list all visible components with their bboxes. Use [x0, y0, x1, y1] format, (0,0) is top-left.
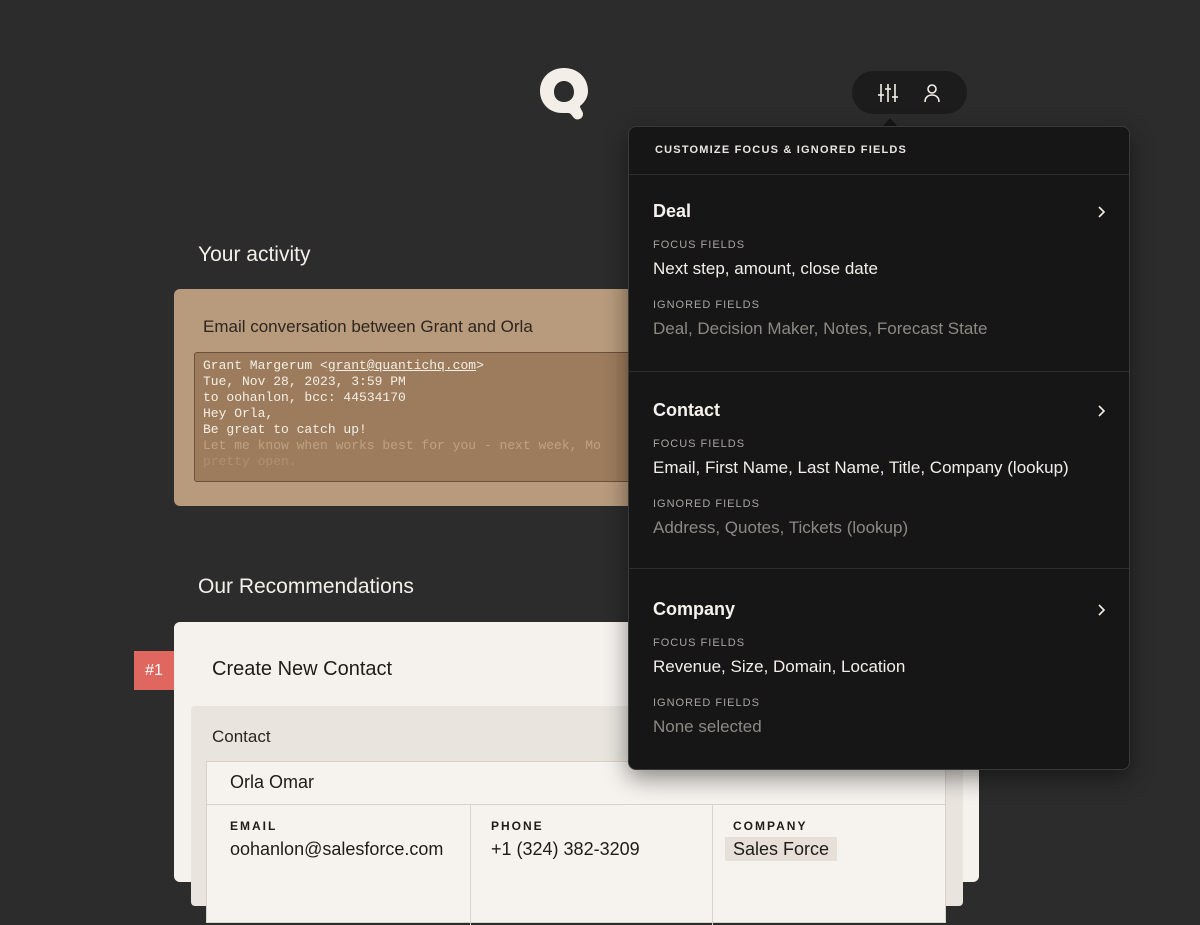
company-field[interactable]: COMPANY Sales Force	[713, 805, 945, 925]
customize-fields-button[interactable]	[875, 80, 901, 106]
account-button[interactable]	[919, 80, 945, 106]
email-recipients: to oohanlon, bcc: 44534170	[203, 390, 406, 405]
contact-panel-label: Contact	[212, 727, 271, 746]
ignored-fields-label: IGNORED FIELDS	[653, 498, 760, 510]
activity-card: Email conversation between Grant and Orl…	[174, 289, 654, 506]
ignored-fields-label: IGNORED FIELDS	[653, 697, 760, 709]
field-label: PHONE	[491, 819, 544, 833]
email-field[interactable]: EMAIL oohanlon@salesforce.com	[207, 805, 471, 925]
email-line: Be great to catch up!	[203, 422, 367, 437]
focus-fields-value: Next step, amount, close date	[653, 259, 878, 278]
ignored-fields-value: Address, Quotes, Tickets (lookup)	[653, 518, 909, 537]
email-date: Tue, Nov 28, 2023, 3:59 PM	[203, 374, 406, 389]
section-title: Deal	[653, 201, 692, 221]
contact-details: Orla Omar EMAIL oohanlon@salesforce.com …	[206, 761, 946, 925]
chevron-right-icon	[1098, 405, 1106, 417]
top-toolbar	[852, 71, 967, 114]
contact-section[interactable]: Contact FOCUS FIELDS Email, First Name, …	[629, 372, 1129, 568]
focus-fields-value: Revenue, Size, Domain, Location	[653, 657, 906, 676]
field-value: +1 (324) 382-3209	[491, 839, 640, 859]
ignored-fields-value: Deal, Decision Maker, Notes, Forecast St…	[653, 319, 988, 338]
company-section[interactable]: Company FOCUS FIELDS Revenue, Size, Doma…	[629, 569, 1129, 769]
email-line: pretty open.	[203, 454, 297, 469]
contact-name: Orla Omar	[230, 772, 315, 792]
focus-fields-value: Email, First Name, Last Name, Title, Com…	[653, 458, 1069, 477]
sliders-icon	[877, 83, 898, 102]
app-logo	[540, 68, 588, 120]
ignored-fields-value: None selected	[653, 717, 762, 736]
ignored-fields-label: IGNORED FIELDS	[653, 299, 760, 311]
phone-field[interactable]: PHONE +1 (324) 382-3209	[471, 805, 713, 925]
field-label: EMAIL	[230, 819, 278, 833]
activity-card-title: Email conversation between Grant and Orl…	[203, 317, 533, 336]
email-from: Grant Margerum <grant@quantichq.com>	[203, 358, 484, 373]
email-preview: Grant Margerum <grant@quantichq.com> Tue…	[194, 352, 654, 482]
user-icon	[923, 83, 940, 102]
section-title: Contact	[653, 400, 720, 420]
chevron-right-icon	[1098, 604, 1106, 616]
email-greeting: Hey Orla,	[203, 406, 274, 421]
section-title: Company	[653, 599, 736, 619]
chevron-right-icon	[1098, 206, 1106, 218]
recommendations-heading: Our Recommendations	[198, 575, 414, 598]
company-chip[interactable]: Sales Force	[725, 837, 838, 861]
focus-fields-label: FOCUS FIELDS	[653, 438, 746, 450]
email-line: Let me know when works best for you - ne…	[203, 438, 601, 453]
email-address-link[interactable]: grant@quantichq.com	[328, 358, 476, 373]
field-value: oohanlon@salesforce.com	[230, 839, 444, 859]
activity-heading: Your activity	[198, 243, 311, 266]
customize-fields-popover: CUSTOMIZE FOCUS & IGNORED FIELDS Deal FO…	[628, 126, 1130, 770]
deal-section[interactable]: Deal FOCUS FIELDS Next step, amount, clo…	[629, 175, 1129, 371]
field-label: COMPANY	[733, 819, 808, 833]
rank-badge: #1	[134, 651, 174, 690]
focus-fields-label: FOCUS FIELDS	[653, 637, 746, 649]
recommendation-title: Create New Contact	[212, 658, 393, 680]
focus-fields-label: FOCUS FIELDS	[653, 239, 746, 251]
popover-title: CUSTOMIZE FOCUS & IGNORED FIELDS	[655, 144, 908, 156]
